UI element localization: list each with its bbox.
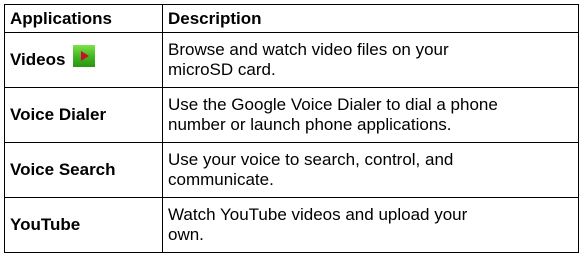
description-line: Watch YouTube videos and upload your (168, 205, 468, 224)
app-cell-youtube: YouTube (4, 197, 163, 253)
applications-table: Applications Description Videos Browse a… (4, 4, 579, 253)
table-row: Voice Dialer Use the Google Voice Dialer… (4, 87, 579, 143)
app-name-voice-search: Voice Search (10, 160, 116, 179)
app-name-youtube: YouTube (10, 215, 81, 234)
table-row: Voice Search Use your voice to search, c… (4, 142, 579, 198)
description-line: Use your voice to search, control, and (168, 150, 454, 169)
header-applications: Applications (4, 4, 163, 33)
header-description: Description (162, 4, 579, 33)
description-line: Browse and watch video files on your (168, 40, 449, 59)
app-name-wrap: Videos (10, 45, 162, 70)
app-cell-voice-search: Voice Search (4, 142, 163, 198)
play-icon-glyph (81, 51, 90, 61)
app-name-voice-dialer: Voice Dialer (10, 105, 107, 124)
app-cell-videos: Videos (4, 32, 163, 88)
description-cell-voice-search: Use your voice to search, control, and c… (162, 142, 579, 198)
description-cell-youtube: Watch YouTube videos and upload your own… (162, 197, 579, 253)
description-line: Use the Google Voice Dialer to dial a ph… (168, 95, 498, 114)
description-line: microSD card. (168, 60, 276, 79)
description-line: own. (168, 225, 204, 244)
app-cell-voice-dialer: Voice Dialer (4, 87, 163, 143)
description-line: communicate. (168, 170, 274, 189)
table-row: YouTube Watch YouTube videos and upload … (4, 197, 579, 253)
table-header-row: Applications Description (4, 4, 579, 33)
description-line: number or launch phone applications. (168, 115, 452, 134)
description-cell-voice-dialer: Use the Google Voice Dialer to dial a ph… (162, 87, 579, 143)
play-icon (73, 45, 96, 67)
app-name-videos: Videos (10, 50, 66, 69)
description-cell-videos: Browse and watch video files on your mic… (162, 32, 579, 88)
table-row: Videos Browse and watch video files on y… (4, 32, 579, 88)
